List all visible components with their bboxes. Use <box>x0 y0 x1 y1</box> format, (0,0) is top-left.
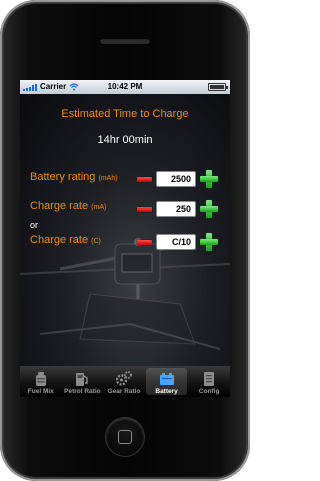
battery-status-icon <box>208 83 228 91</box>
battery-rating-text: Battery rating <box>30 171 96 183</box>
fuel-can-icon <box>33 371 49 386</box>
battery-icon <box>159 371 175 386</box>
battery-rating-field[interactable]: 2500 <box>156 171 196 187</box>
status-time: 10:42 PM <box>107 82 143 91</box>
charge-rate-c-label: Charge rate (C) <box>30 234 101 246</box>
tab-battery-label: Battery <box>155 388 178 395</box>
battery-rating-decrement-button[interactable] <box>137 177 152 182</box>
earpiece-speaker <box>100 38 150 44</box>
tab-petrol-ratio[interactable]: Petrol Ratio <box>62 366 104 397</box>
charge-rate-ma-unit: (mA) <box>91 204 107 211</box>
screen: Carrier 10:42 PM Estimated Time to Charg… <box>20 80 230 397</box>
charge-rate-c-text: Charge rate <box>30 234 89 246</box>
tab-gear-ratio-label: Gear Ratio <box>107 388 141 395</box>
gears-icon <box>115 371 132 386</box>
tab-config[interactable]: Config <box>188 366 230 397</box>
charge-rate-ma-field[interactable]: 250 <box>156 201 196 217</box>
battery-rating-unit: (mAh) <box>98 175 118 182</box>
tab-gear-ratio[interactable]: Gear Ratio <box>103 366 145 397</box>
charge-rate-c-field[interactable]: C/10 <box>156 234 196 250</box>
charge-rate-ma-increment-button[interactable] <box>200 200 218 218</box>
tab-bar: Fuel Mix Petrol Ratio Gear Ratio Battery <box>20 366 230 397</box>
estimate-title: Estimated Time to Charge <box>61 108 189 120</box>
charge-rate-ma-text: Charge rate <box>30 200 89 212</box>
charge-rate-ma-label: Charge rate (mA) <box>30 200 106 212</box>
tab-fuel-mix-label: Fuel Mix <box>27 388 54 395</box>
estimated-charge-time: 14hr 00min <box>97 134 153 146</box>
home-button[interactable] <box>106 418 144 456</box>
charge-rate-c-increment-button[interactable] <box>200 233 218 251</box>
phone-frame: Carrier 10:42 PM Estimated Time to Charg… <box>0 0 250 481</box>
document-icon <box>201 371 217 386</box>
tab-fuel-mix[interactable]: Fuel Mix <box>20 366 62 397</box>
charge-rate-ma-decrement-button[interactable] <box>137 207 152 212</box>
charge-rate-c-unit: (C) <box>91 238 101 245</box>
charge-rate-c-decrement-button[interactable] <box>137 240 152 245</box>
home-square-icon <box>118 430 132 444</box>
status-bar: Carrier 10:42 PM <box>20 80 230 94</box>
tab-config-label: Config <box>198 388 220 395</box>
battery-calculator-view: Estimated Time to Charge 14hr 00min Batt… <box>20 94 230 366</box>
battery-rating-increment-button[interactable] <box>200 170 218 188</box>
battery-rating-label: Battery rating (mAh) <box>30 171 118 183</box>
tab-battery[interactable]: Battery <box>145 368 188 395</box>
or-label: or <box>30 220 39 230</box>
fuel-pump-icon <box>74 371 90 386</box>
tab-petrol-ratio-label: Petrol Ratio <box>64 388 101 395</box>
